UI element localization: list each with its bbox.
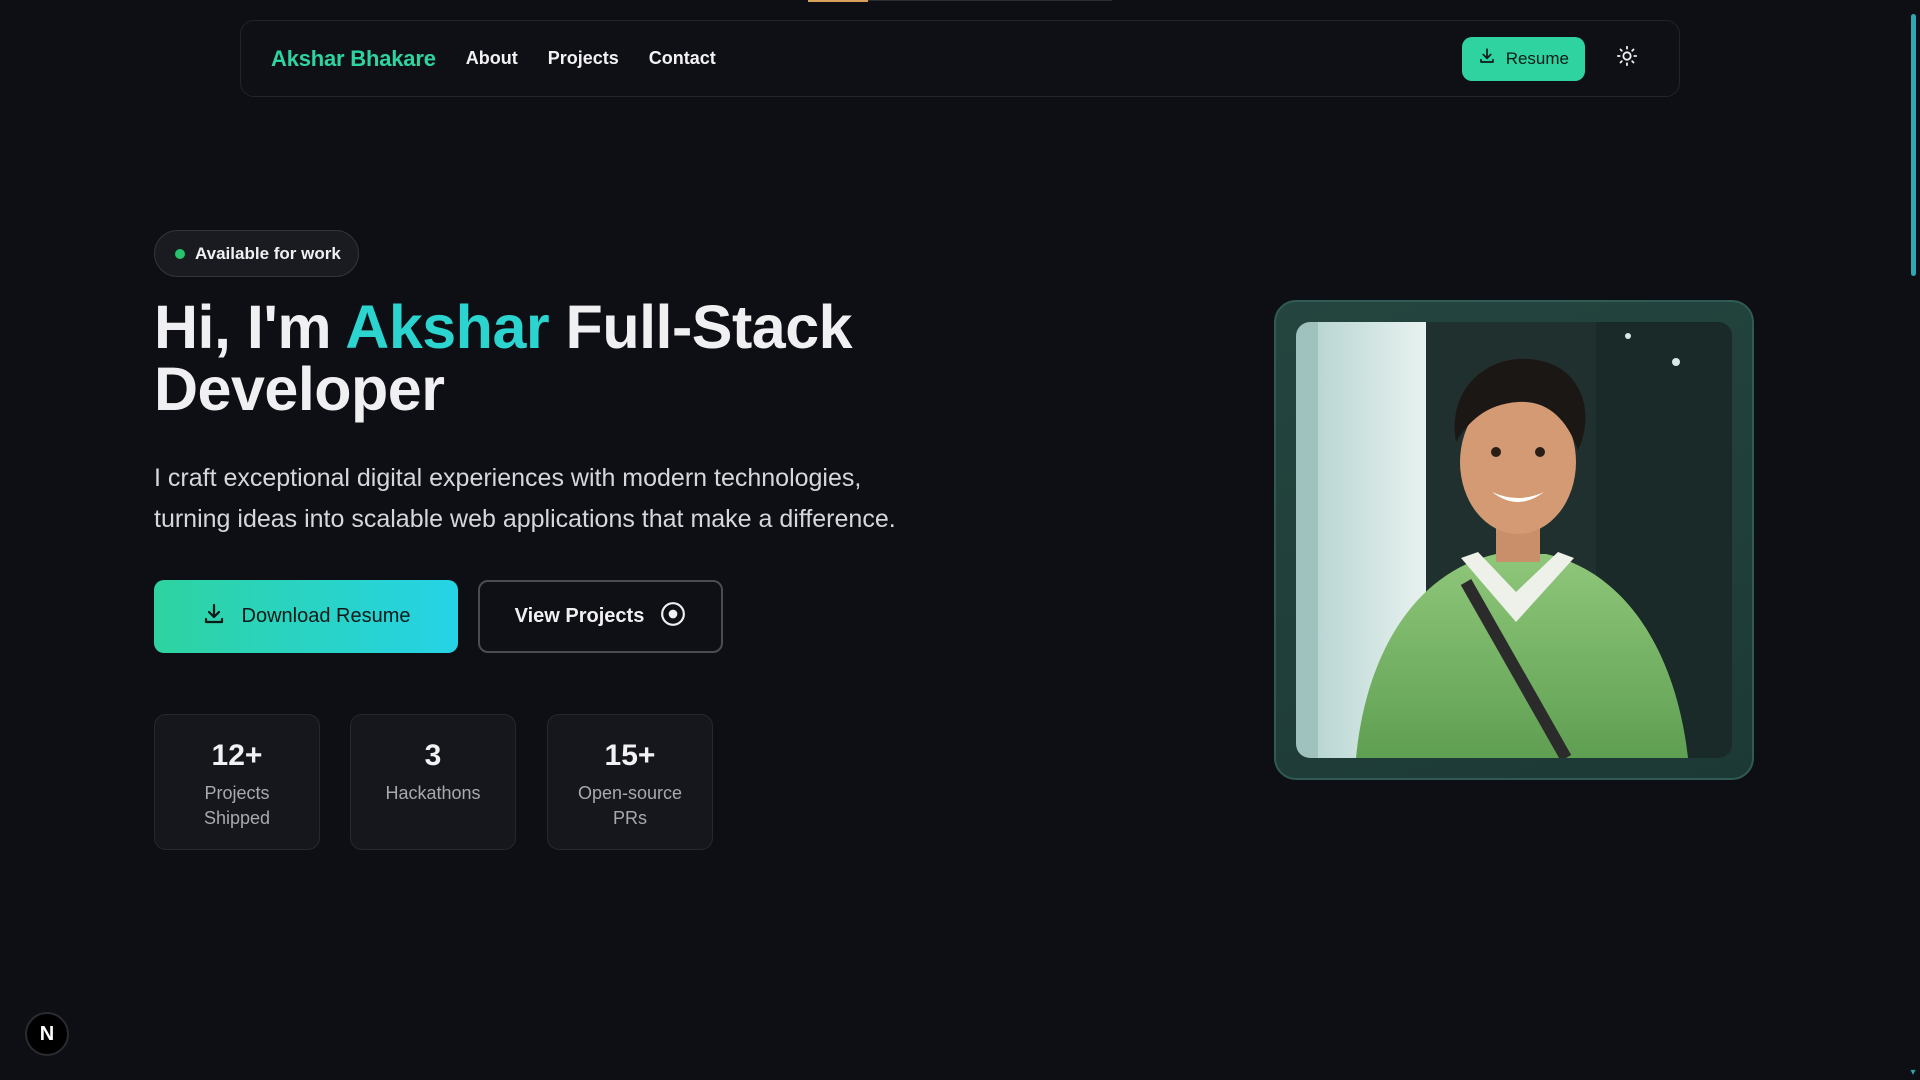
nav-link-about[interactable]: About [466, 48, 518, 69]
nextjs-dev-badge[interactable]: N [25, 1012, 69, 1056]
profile-photo-illustration [1296, 322, 1732, 758]
page-progress-track [868, 0, 1112, 1]
stat-card-projects: 12+ Projects Shipped [154, 714, 320, 850]
view-projects-button[interactable]: View Projects [478, 580, 723, 653]
nextjs-logo-icon: N [39, 1022, 55, 1045]
page-progress-indicator [808, 0, 868, 2]
download-resume-label: Download Resume [241, 605, 411, 627]
theme-toggle-button[interactable] [1605, 37, 1649, 81]
target-icon [660, 601, 686, 633]
availability-label: Available for work [195, 243, 341, 263]
download-icon [1478, 47, 1496, 70]
hero-title: Hi, I'm Akshar Full-Stack Developer [154, 296, 954, 420]
scrollbar-thumb[interactable] [1911, 14, 1916, 276]
availability-badge: Available for work [154, 230, 359, 277]
hero-title-prefix: Hi, I'm [154, 293, 346, 361]
navbar: Akshar Bhakare About Projects Contact Re… [240, 20, 1680, 97]
hero-subtitle: I craft exceptional digital experiences … [154, 464, 896, 533]
sun-icon [1616, 45, 1638, 72]
resume-button[interactable]: Resume [1461, 36, 1585, 81]
stat-label: Open-source PRs [577, 783, 683, 828]
status-dot-icon [175, 248, 185, 259]
stat-label: Projects Shipped [203, 783, 271, 828]
download-resume-button[interactable]: Download Resume [154, 580, 458, 653]
brand-logo[interactable]: Akshar Bhakare [271, 46, 436, 72]
resume-button-label: Resume [1505, 48, 1569, 68]
stat-card-hackathons: 3 Hackathons [350, 714, 516, 850]
stat-value: 3 [424, 739, 442, 772]
hero-title-name: Akshar [345, 293, 550, 361]
stat-card-prs: 15+ Open-source PRs [547, 714, 713, 850]
nav-link-contact[interactable]: Contact [649, 48, 716, 69]
nav-link-projects[interactable]: Projects [548, 48, 619, 69]
profile-photo [1296, 322, 1732, 758]
stat-value: 12+ [211, 739, 263, 772]
profile-photo-frame [1274, 300, 1754, 780]
page-scrollbar[interactable]: ▾ [1906, 0, 1920, 1080]
view-projects-label: View Projects [514, 605, 645, 627]
stat-value: 15+ [604, 739, 656, 772]
stat-label: Hackathons [385, 783, 481, 803]
download-icon [202, 602, 226, 632]
scroll-down-arrow-icon[interactable]: ▾ [1908, 1068, 1918, 1078]
